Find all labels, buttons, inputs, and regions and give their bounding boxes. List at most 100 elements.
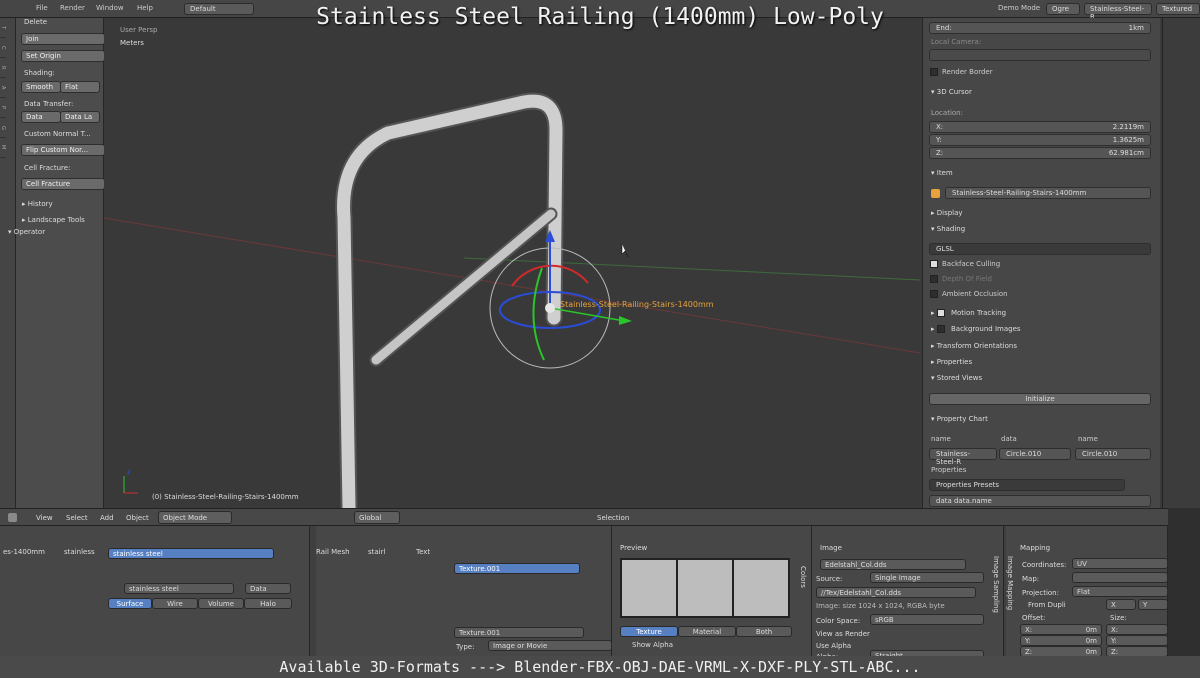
outliner-strip[interactable]	[1162, 18, 1200, 508]
initialize-button[interactable]: Initialize	[929, 393, 1151, 405]
texture-type-select[interactable]: Image or Movie	[488, 640, 612, 651]
use-alpha-checkbox[interactable]: Use Alpha	[816, 642, 851, 650]
object-menu[interactable]: Object	[126, 514, 149, 522]
tab-relations[interactable]: R	[0, 58, 6, 78]
dof-checkbox[interactable]: Depth Of Field	[930, 275, 992, 283]
image-info: Image: size 1024 x 1024, RGBA byte	[816, 602, 945, 610]
text-label: Text	[416, 548, 431, 556]
stair-label: stairl	[368, 548, 386, 556]
local-camera-field[interactable]	[929, 49, 1151, 61]
cursor-y-field[interactable]: Y: 1.3625m	[929, 134, 1151, 146]
properties-panel[interactable]: ▸ Properties	[931, 358, 972, 366]
offset-y-field[interactable]: Y: 0m	[1020, 635, 1102, 646]
image-mapping-tab[interactable]: Image Mapping	[1006, 556, 1014, 610]
axis-x-select[interactable]: X	[1106, 599, 1136, 610]
operator-panel[interactable]: ▾ Operator	[8, 228, 45, 236]
cursor-x-field[interactable]: X: 2.2119m	[929, 121, 1151, 133]
operator-label: Operator	[13, 228, 46, 236]
preview-tab-both[interactable]: Both	[736, 626, 792, 637]
material-field[interactable]: stainless steel	[124, 583, 234, 594]
background-images-panel[interactable]: ▸ Background Images	[931, 325, 1021, 333]
history-panel[interactable]: ▸ History	[22, 200, 53, 208]
view-as-render-checkbox[interactable]: View as Render	[816, 630, 870, 638]
image-sampling-tab[interactable]: Image Sampling	[992, 556, 1000, 613]
material-slot[interactable]: stainless steel	[108, 548, 274, 559]
tab-create[interactable]: C	[0, 38, 6, 58]
chart-cell-name2[interactable]: Circle.010	[1075, 448, 1151, 460]
ao-checkbox[interactable]: Ambient Occlusion	[930, 290, 1008, 298]
flat-button[interactable]: Flat	[60, 81, 100, 93]
display-panel[interactable]: ▸ Display	[931, 209, 963, 217]
data-button[interactable]: Data	[21, 111, 61, 123]
transform-orientations-panel[interactable]: ▸ Transform Orientations	[931, 342, 1017, 350]
editor-type-icon[interactable]	[8, 513, 17, 522]
map-field[interactable]	[1072, 572, 1168, 583]
cursor-panel[interactable]: ▾ 3D Cursor	[931, 88, 972, 96]
flip-custom-normals-button[interactable]: Flip Custom Nor...	[21, 144, 105, 156]
preview-tab-texture[interactable]: Texture	[620, 626, 678, 637]
projection-select[interactable]: Flat	[1072, 586, 1168, 597]
tab-grease-pencil[interactable]: G	[0, 118, 6, 138]
mapping-header[interactable]: Mapping	[1020, 544, 1050, 552]
chart-cell-data[interactable]: Circle.010	[999, 448, 1071, 460]
preview-header[interactable]: Preview	[620, 544, 647, 552]
image-source-select[interactable]: Single Image	[870, 572, 984, 583]
select-menu[interactable]: Select	[66, 514, 88, 522]
item-panel[interactable]: ▾ Item	[931, 169, 953, 177]
tab-misc[interactable]: M	[0, 138, 6, 158]
tab-volume[interactable]: Volume	[198, 598, 244, 609]
tab-wire[interactable]: Wire	[152, 598, 198, 609]
texture-slot[interactable]: Texture.001	[454, 563, 580, 574]
chart-cell-name[interactable]: Stainless-Steel-R	[929, 448, 997, 466]
railing-model[interactable]: Stainless-Steel-Railing-Stairs-1400mm z	[104, 18, 920, 508]
view-menu[interactable]: View	[36, 514, 53, 522]
image-file-field[interactable]: Edelstahl_Col.dds	[820, 559, 966, 570]
join-button[interactable]: Join	[21, 33, 105, 45]
mode-select[interactable]: Object Mode	[158, 511, 232, 524]
selection-label[interactable]: Selection	[597, 514, 629, 522]
data-path-field[interactable]: data data.name	[929, 495, 1151, 507]
add-menu[interactable]: Add	[100, 514, 114, 522]
color-space-select[interactable]: sRGB	[870, 614, 984, 625]
size-y-field[interactable]: Y:	[1106, 635, 1168, 646]
axis-y-select[interactable]: Y	[1138, 599, 1168, 610]
tab-animation[interactable]: A	[0, 78, 6, 98]
offset-x-field[interactable]: X: 0m	[1020, 624, 1102, 635]
material-link-select[interactable]: Data	[245, 583, 291, 594]
backface-culling-checkbox[interactable]: Backface Culling	[930, 260, 1000, 268]
motion-box[interactable]	[936, 309, 945, 317]
background-box[interactable]	[936, 325, 945, 333]
tab-halo[interactable]: Halo	[244, 598, 292, 609]
shading-panel[interactable]: ▾ Shading	[931, 225, 965, 233]
smooth-button[interactable]: Smooth	[21, 81, 61, 93]
orientation-select[interactable]: Global	[354, 511, 400, 524]
from-dupli-checkbox[interactable]: From Dupli	[1028, 601, 1066, 609]
cell-fracture-button[interactable]: Cell Fracture	[21, 178, 105, 190]
rotate-y-ring[interactable]	[532, 267, 545, 361]
custom-normal-label[interactable]: Custom Normal T...	[24, 130, 91, 138]
glsl-select[interactable]: GLSL	[929, 243, 1151, 255]
3d-viewport[interactable]: User Persp Meters Stainless-Steel-Railin…	[104, 18, 920, 508]
image-path-field[interactable]: //Tex/Edelstahl_Col.dds	[816, 587, 976, 598]
preview-tab-material[interactable]: Material	[678, 626, 736, 637]
colors-tab[interactable]: Colors	[799, 566, 807, 588]
tab-physics[interactable]: P	[0, 98, 6, 118]
properties-presets-select[interactable]: Properties Presets	[929, 479, 1125, 491]
image-header[interactable]: Image	[820, 544, 842, 552]
size-x-field[interactable]: X:	[1106, 624, 1168, 635]
offset-x-label: X:	[1025, 626, 1033, 634]
coordinates-select[interactable]: UV	[1072, 558, 1168, 569]
stored-views-panel[interactable]: ▾ Stored Views	[931, 374, 982, 382]
texture-field[interactable]: Texture.001	[454, 627, 584, 638]
pivot-point[interactable]	[545, 303, 555, 313]
render-border-checkbox[interactable]: Render Border	[930, 68, 993, 76]
tab-surface[interactable]: Surface	[108, 598, 152, 609]
show-alpha-checkbox[interactable]: Show Alpha	[632, 641, 673, 649]
landscape-tools-panel[interactable]: ▸ Landscape Tools	[22, 216, 85, 224]
set-origin-dropdown[interactable]: Set Origin	[21, 50, 105, 62]
object-name-field[interactable]: Stainless-Steel-Railing-Stairs-1400mm	[945, 187, 1151, 199]
cursor-z-field[interactable]: Z: 62.981cm	[929, 147, 1151, 159]
property-chart-panel[interactable]: ▾ Property Chart	[931, 415, 988, 423]
data-layout-button[interactable]: Data La	[60, 111, 100, 123]
motion-tracking-panel[interactable]: ▸ Motion Tracking	[931, 309, 1006, 317]
